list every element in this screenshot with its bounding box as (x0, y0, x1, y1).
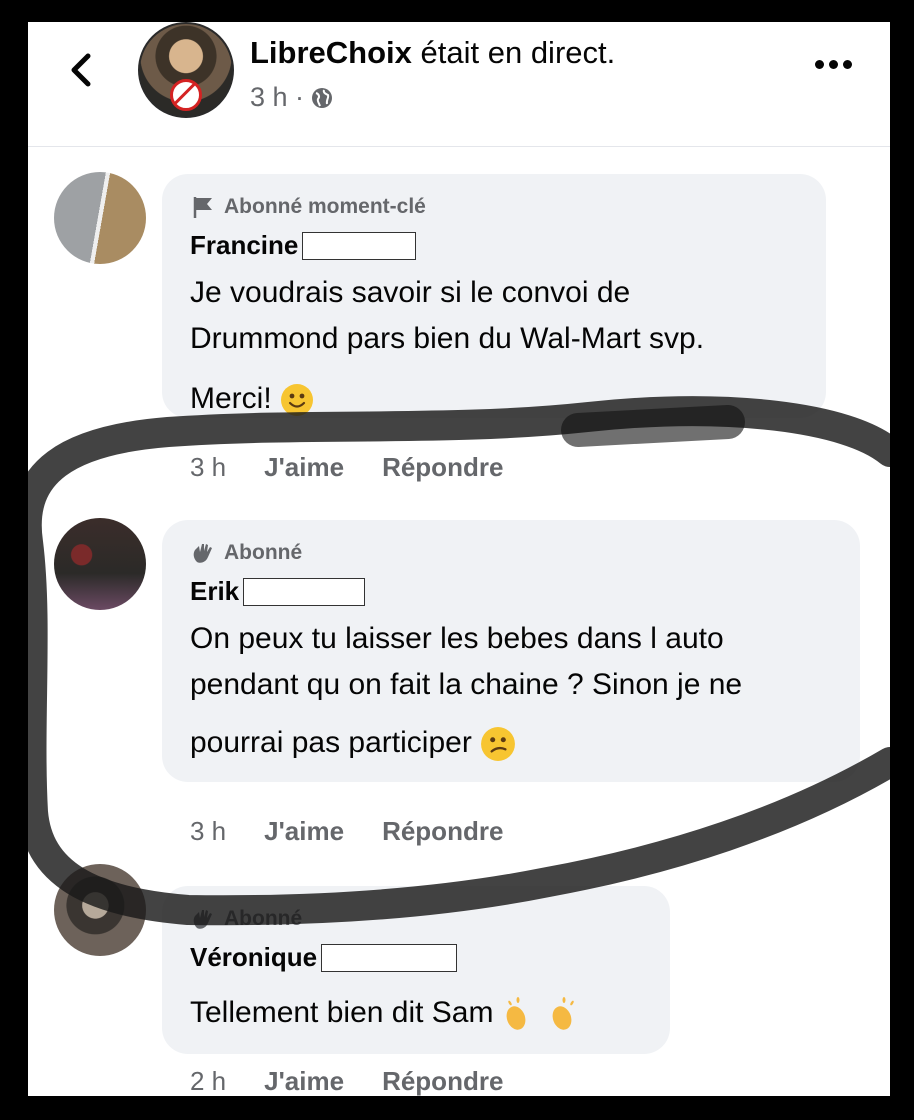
avatar[interactable] (54, 864, 146, 956)
dot (829, 60, 838, 69)
more-options-button[interactable] (815, 60, 855, 72)
globe-icon (312, 87, 333, 108)
confused-face-icon (481, 727, 516, 762)
follower-badge: Abonné (190, 540, 302, 566)
waving-hand-icon (193, 910, 212, 929)
comment-actions: 3 h J'aime Répondre (190, 452, 503, 483)
comment-bubble: Abonné moment-clé Francine Je voudrais s… (162, 174, 826, 418)
post-title: LibreChoix était en direct. (250, 35, 615, 71)
post-header: LibreChoix était en direct. 3 h · (28, 22, 890, 147)
top-fan-badge: Abonné moment-clé (190, 194, 426, 220)
author-name[interactable]: Véronique (190, 942, 317, 973)
dot (843, 60, 852, 69)
like-button[interactable]: J'aime (264, 452, 344, 483)
author-name-row: Francine (190, 230, 417, 261)
comment-line: On peux tu laisser les bebes dans l auto (190, 622, 724, 655)
comment-line: Merci! (190, 382, 272, 415)
comment-bubble: Abonné Erik On peux tu laisser les bebes… (162, 520, 860, 782)
author-name-row: Erik (190, 576, 366, 607)
badge-label: Abonné moment-clé (224, 195, 426, 218)
chevron-left-icon (71, 53, 91, 87)
comment-text: On peux tu laisser les bebes dans l auto… (190, 616, 742, 708)
back-button[interactable] (66, 50, 96, 90)
badge-label: Abonné (224, 907, 303, 930)
screen: LibreChoix était en direct. 3 h · Abonné… (28, 22, 890, 1096)
redacted-name (302, 231, 417, 260)
comment-bubble: Abonné Véronique Tellement bien dit Sam (162, 886, 670, 1054)
comment-time[interactable]: 3 h (190, 452, 226, 483)
clapping-hands-icon (506, 997, 526, 1030)
reply-button[interactable]: Répondre (382, 1066, 503, 1096)
reply-button[interactable]: Répondre (382, 816, 503, 847)
reply-button[interactable]: Répondre (382, 452, 503, 483)
comment-actions: 3 h J'aime Répondre (190, 816, 503, 847)
dot (815, 60, 824, 69)
comment-actions: 2 h J'aime Répondre (190, 1066, 503, 1096)
comment-line: pourrai pas participer (190, 726, 472, 759)
avatar[interactable] (54, 518, 146, 610)
comment-line: Drummond pars bien du Wal-Mart svp. (190, 322, 705, 355)
slightly-smiling-face-icon (281, 384, 314, 417)
comment-text: Je voudrais savoir si le convoi de Drumm… (190, 270, 704, 362)
author-name-row: Véronique (190, 942, 458, 973)
page-avatar[interactable] (138, 22, 234, 118)
like-button[interactable]: J'aime (264, 816, 344, 847)
post-action-text: était en direct. (411, 35, 616, 70)
clapping-hands-icon (552, 997, 574, 1030)
waving-hand-icon (193, 544, 212, 563)
flag-icon (193, 197, 212, 218)
comment-time[interactable]: 3 h (190, 816, 226, 847)
follower-badge: Abonné (190, 906, 302, 932)
comment-text: Tellement bien dit Sam (190, 990, 582, 1036)
no-symbol-icon (170, 79, 202, 111)
comment-line: Je voudrais savoir si le convoi de (190, 276, 631, 309)
comment-veronique: Abonné Véronique Tellement bien dit Sam … (28, 862, 890, 1096)
comment-francine: Abonné moment-clé Francine Je voudrais s… (28, 172, 890, 492)
comment-line-3: Merci! (190, 376, 314, 422)
comment-line: pendant qu on fait la chaine ? Sinon je … (190, 668, 743, 701)
author-name[interactable]: Francine (190, 230, 298, 261)
comment-time[interactable]: 2 h (190, 1066, 226, 1096)
comment-line: Tellement bien dit Sam (190, 996, 494, 1029)
post-meta: 3 h · (250, 82, 334, 113)
avatar[interactable] (54, 172, 146, 264)
like-button[interactable]: J'aime (264, 1066, 344, 1096)
badge-label: Abonné (224, 541, 303, 564)
comment-line-3: pourrai pas participer (190, 720, 516, 766)
page-name-link[interactable]: LibreChoix (250, 35, 412, 70)
comment-erik: Abonné Erik On peux tu laisser les bebes… (28, 518, 890, 858)
redacted-name (243, 577, 366, 606)
author-name[interactable]: Erik (190, 576, 239, 607)
redacted-name (321, 943, 458, 972)
post-time[interactable]: 3 h · (250, 82, 304, 113)
